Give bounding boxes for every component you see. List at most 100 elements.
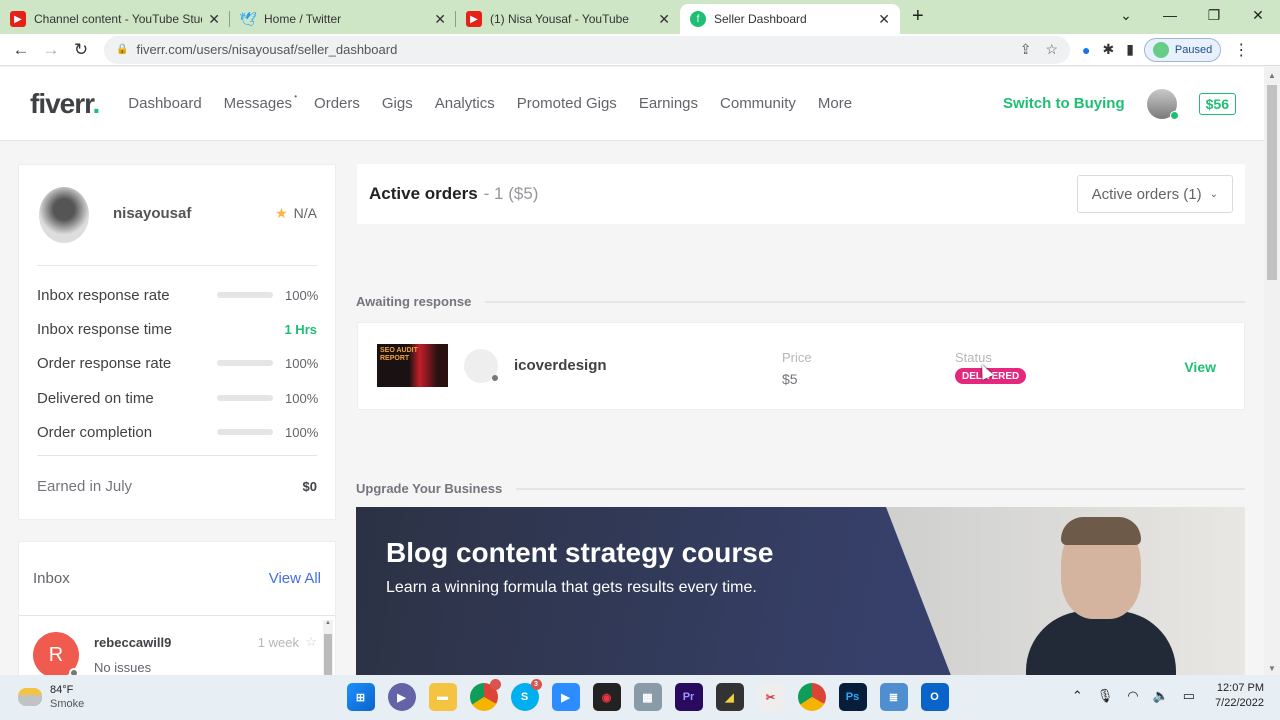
reload-icon[interactable]: ↻ (66, 40, 96, 60)
stat-inbox-response-time: Inbox response time 1 Hrs (37, 320, 317, 338)
show-hidden-icons[interactable]: ⌃ (1072, 688, 1083, 704)
seller-avatar[interactable] (39, 187, 89, 243)
active-orders-header: Active orders - 1 ($5) Active orders (1)… (357, 164, 1245, 224)
nav-more[interactable]: More (818, 95, 852, 112)
unread-marker: • (294, 92, 298, 101)
divider (37, 265, 317, 266)
url-text[interactable]: fiverr.com/users/nisayousaf/seller_dashb… (136, 42, 1005, 57)
stat-order-response-rate: Order response rate 100% (37, 354, 319, 372)
bookmark-star-icon[interactable]: ☆ (1045, 41, 1058, 58)
back-icon[interactable]: ← (6, 40, 36, 60)
view-order-link[interactable]: View (1184, 359, 1216, 375)
new-tab-button[interactable]: + (912, 5, 924, 28)
chrome-icon[interactable] (797, 683, 826, 711)
divider (37, 455, 317, 456)
active-orders-summary: - 1 ($5) (483, 184, 539, 203)
close-window-button[interactable]: ✕ (1236, 7, 1280, 24)
page-scrollbar[interactable]: ▲ ▼ (1264, 67, 1280, 675)
scroll-up-icon[interactable]: ▲ (323, 620, 333, 626)
star-outline-icon[interactable]: ☆ (305, 634, 317, 650)
browser-tab-bar: ▶ Channel content - YouTube Stud ✕ 🕊 Hom… (0, 0, 1280, 34)
banner-title: Blog content strategy course (386, 537, 774, 568)
order-row[interactable]: SEO AUDIT REPORT icoverdesign Price $5 S… (357, 322, 1245, 410)
course-banner[interactable]: Blog content strategy course Learn a win… (356, 507, 1245, 675)
profile-paused-button[interactable]: Paused (1143, 37, 1222, 62)
presenter-image (1026, 517, 1176, 675)
lock-icon: 🔒 (116, 44, 129, 55)
buyer-avatar (464, 349, 498, 383)
profile-icon (1152, 41, 1169, 58)
windows-start-icon[interactable]: ⊞ (346, 683, 375, 711)
tab-youtube-channel[interactable]: ▶ (1) Nisa Yousaf - YouTube ✕ (456, 4, 680, 34)
stat-inbox-response-rate: Inbox response rate 100% (37, 286, 319, 304)
nav-analytics[interactable]: Analytics (435, 95, 495, 112)
sender-avatar: R (33, 632, 79, 678)
scroll-up-icon[interactable]: ▲ (1264, 71, 1280, 80)
scroll-down-icon[interactable]: ▼ (1264, 664, 1280, 673)
side-panel-icon[interactable]: ▮ (1126, 41, 1134, 58)
nav-dashboard[interactable]: Dashboard (128, 95, 201, 112)
tab-youtube-studio[interactable]: ▶ Channel content - YouTube Stud ✕ (0, 4, 230, 34)
view-all-link[interactable]: View All (269, 570, 321, 587)
battery-icon[interactable]: ▭ (1183, 688, 1195, 704)
main-nav: Dashboard Messages • Orders Gigs Analytic… (117, 92, 863, 112)
close-tab-icon[interactable]: ✕ (434, 11, 446, 28)
clock[interactable]: 12:07 PM 7/22/2022 (1215, 681, 1264, 711)
camera-icon[interactable]: ◉ (592, 683, 621, 711)
close-tab-icon[interactable]: ✕ (658, 11, 670, 28)
fiverr-icon: f (690, 11, 706, 27)
restore-button[interactable]: ❐ (1192, 7, 1236, 24)
calculator-icon[interactable]: ▦ (633, 683, 662, 711)
premiere-pro-icon[interactable]: Pr (674, 683, 703, 711)
weather-widget[interactable]: 84°F Smoke (18, 683, 84, 711)
browser-menu-icon[interactable]: ⋮ (1233, 40, 1249, 60)
outlook-icon[interactable]: O (920, 683, 949, 711)
extensions-puzzle-icon[interactable]: ✱ (1102, 41, 1114, 58)
sticky-notes-icon[interactable]: ◢ (715, 683, 744, 711)
seller-username[interactable]: nisayousaf (113, 205, 191, 222)
snipping-tool-icon[interactable]: ✂ (756, 683, 785, 711)
teams-icon[interactable]: ▶ (387, 683, 416, 711)
notepad-icon[interactable]: ≣ (879, 683, 908, 711)
tab-search-icon[interactable]: ⌄ (1104, 7, 1148, 24)
nav-community[interactable]: Community (720, 95, 796, 112)
address-bar[interactable]: 🔒 fiverr.com/users/nisayousaf/seller_das… (104, 35, 1070, 64)
progress-bar (217, 292, 273, 298)
forward-icon[interactable]: → (36, 40, 66, 60)
skype-icon[interactable]: S3 (510, 679, 542, 711)
extension-icon[interactable]: ● (1082, 42, 1090, 58)
nav-promoted-gigs[interactable]: Promoted Gigs (517, 95, 617, 112)
zoom-icon[interactable]: ▶ (551, 683, 580, 711)
nav-earnings[interactable]: Earnings (639, 95, 698, 112)
inbox-scrollbar[interactable]: ▲ (323, 620, 333, 676)
share-icon[interactable]: ⇪ (1020, 41, 1032, 58)
stat-delivered-on-time: Delivered on time 100% (37, 389, 319, 407)
gig-thumbnail[interactable]: SEO AUDIT REPORT (377, 344, 448, 387)
close-tab-icon[interactable]: ✕ (208, 11, 220, 28)
tab-twitter[interactable]: 🕊 Home / Twitter ✕ (230, 4, 456, 34)
scrollbar-thumb[interactable] (1267, 85, 1277, 280)
nav-orders[interactable]: Orders (314, 95, 360, 112)
nav-messages[interactable]: Messages • (224, 92, 297, 112)
switch-to-buying-link[interactable]: Switch to Buying (1003, 95, 1125, 112)
system-tray: ⌃ 🎙 ◠ 🔈 ▭ 12:07 PM 7/22/2022 (1058, 681, 1264, 711)
buyer-name[interactable]: icoverdesign (514, 357, 607, 374)
wifi-icon[interactable]: ◠ (1127, 688, 1138, 704)
close-tab-icon[interactable]: ✕ (878, 11, 890, 28)
chrome-icon[interactable] (469, 679, 501, 711)
progress-bar (217, 429, 273, 435)
user-avatar[interactable] (1146, 88, 1179, 120)
nav-gigs[interactable]: Gigs (382, 95, 413, 112)
microphone-icon[interactable]: 🎙 (1097, 688, 1114, 704)
balance-badge[interactable]: $56 (1198, 92, 1236, 115)
tab-seller-dashboard[interactable]: f Seller Dashboard ✕ (680, 4, 900, 34)
file-explorer-icon[interactable]: ▬ (428, 683, 457, 711)
active-orders-title: Active orders (369, 184, 478, 203)
orders-filter-dropdown[interactable]: Active orders (1) ⌄ (1076, 175, 1233, 213)
photoshop-icon[interactable]: Ps (838, 683, 867, 711)
inbox-message[interactable]: R rebeccawill9 1 week ☆ No issues (19, 618, 325, 678)
fiverr-logo[interactable]: fiverr. (30, 88, 100, 120)
scrollbar-thumb[interactable] (324, 634, 332, 676)
minimize-button[interactable]: — (1148, 7, 1192, 23)
volume-icon[interactable]: 🔈 (1153, 688, 1169, 704)
